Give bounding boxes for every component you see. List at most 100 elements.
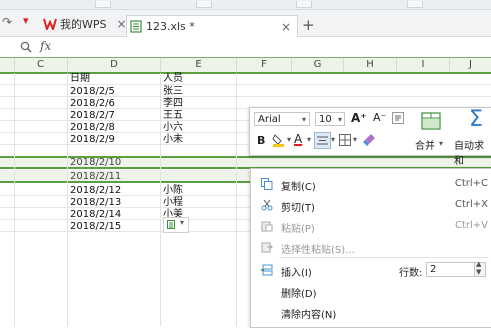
font-name-select[interactable]: Arial ▾ [254,112,310,126]
menu-item-label: 删除(D) [281,289,317,300]
align-center-icon [317,136,328,145]
tab-label: 我的WPS [60,18,107,31]
chevron-down-icon: ▾ [337,115,342,124]
menu-separator [279,257,489,258]
column-header: C D E F G H I J [0,57,491,74]
document-tab-bar: ↷ ▾ 我的WPS × 123.xls * × + [0,10,491,37]
zoom-icon[interactable] [20,41,32,53]
toolbar-grip [296,1,312,8]
toolbar-grip [407,1,423,8]
autosum-sigma-icon[interactable]: Σ [469,107,483,132]
chevron-down-icon[interactable]: ▼ [476,268,481,276]
redo-icon[interactable]: ↷ [2,15,12,29]
cell-date[interactable]: 2018/2/6 [70,98,115,110]
cell-name[interactable]: 李四 [163,98,183,110]
menu-item-shortcut: Ctrl+X [454,199,488,210]
column-header-d[interactable]: D [68,58,161,72]
bold-button[interactable]: B [257,134,265,147]
align-center-button[interactable] [314,132,331,149]
clear-format-icon[interactable] [362,133,376,147]
rows-count-stepper[interactable]: 2 ▲ ▼ [426,260,486,277]
cell-date[interactable]: 2018/2/5 [70,86,115,98]
font-name-value: Arial [258,114,281,125]
chevron-down-icon: ▾ [180,218,185,227]
paste-options-button[interactable]: ▾ [163,217,189,233]
menu-item-delete[interactable]: 删除(D) [251,281,491,301]
grid-line [236,73,237,326]
menu-item-paste[interactable]: 粘贴(P) Ctrl+V [251,216,491,236]
font-size-select[interactable]: 10 ▾ [315,112,345,126]
chevron-up-icon[interactable]: ▲ [476,260,481,268]
context-menu: 复制(C) Ctrl+C 剪切(T) Ctrl+X 粘贴(P) Ctrl+V 选… [250,168,491,328]
formula-input[interactable] [62,38,491,55]
cell-date[interactable]: 2018/2/13 [70,197,121,209]
merge-cells-icon[interactable] [421,112,441,130]
cell-date[interactable]: 2018/2/7 [70,110,115,122]
menu-item-paste-special[interactable]: 选择性粘贴(S)... [251,237,491,257]
column-header-i[interactable]: I [397,58,450,72]
borders-icon[interactable] [339,134,351,146]
paste-icon [261,221,273,232]
dropdown-pin-icon[interactable]: ▾ [23,14,29,27]
cell-name[interactable]: 小六 [163,122,183,134]
autosum-label[interactable]: 自动求和 [454,137,491,167]
formula-bar: fx [0,37,491,58]
tab-123-xls[interactable]: 123.xls * × [126,15,298,37]
column-header-h[interactable]: H [344,58,397,72]
cell-date[interactable]: 2018/2/9 [70,134,115,146]
format-painter-icon[interactable] [392,112,404,124]
wps-logo-icon [43,18,57,30]
fill-color-icon[interactable] [272,133,286,147]
grid-line [67,73,68,326]
menu-item-clear-contents[interactable]: 清除内容(N) [251,302,491,322]
cell-date[interactable]: 2018/2/8 [70,122,115,134]
column-header-f[interactable]: F [237,58,292,72]
chevron-down-icon: ▾ [301,115,306,124]
tab-my-wps[interactable]: 我的WPS × [43,14,127,34]
new-tab-icon[interactable]: + [302,16,315,34]
cell-name[interactable]: 张三 [163,86,183,98]
function-fx-icon[interactable]: fx [40,39,51,53]
cell-name[interactable]: 小未 [163,134,183,146]
toolbar-grip [196,1,212,8]
cell-date[interactable]: 2018/2/14 [70,209,121,221]
shrink-font-button[interactable]: A⁻ [373,111,386,124]
chevron-down-icon[interactable]: ▾ [331,135,335,144]
cell-date[interactable]: 2018/2/11 [70,171,121,183]
mini-format-toolbar: Arial ▾ 10 ▾ A⁺ A⁻ B ▾ A ▾ ▾ ▾ 合并 ▾ Σ 自动… [249,107,491,167]
cell-e-header[interactable]: 人员 [163,73,183,85]
menu-item-insert[interactable]: 插入(I) 行数: 2 ▲ ▼ [251,260,491,280]
column-header-j[interactable]: J [450,58,491,72]
cell-name[interactable]: 王五 [163,110,183,122]
title-strip [0,0,491,10]
cell-name[interactable]: 小陈 [163,185,183,197]
close-tab-icon[interactable]: × [281,20,291,34]
cell-d-header[interactable]: 日期 [70,73,90,85]
column-header-g[interactable]: G [292,58,344,72]
menu-item-cut[interactable]: 剪切(T) Ctrl+X [251,195,491,215]
menu-item-label: 复制(C) [281,182,316,193]
menu-item-shortcut: Ctrl+V [454,220,488,231]
menu-item-label: 剪切(T) [281,203,315,214]
cell-name[interactable]: 小程 [163,197,183,209]
font-color-button[interactable]: A [294,132,302,146]
grid-line [160,73,161,326]
chevron-down-icon[interactable]: ▾ [439,139,443,148]
paste-options-icon [167,220,175,229]
grow-font-button[interactable]: A⁺ [351,111,367,125]
chevron-down-icon[interactable]: ▾ [287,135,291,144]
chevron-down-icon[interactable]: ▾ [307,135,311,144]
stepper-arrows[interactable]: ▲ ▼ [474,260,485,276]
column-header-c[interactable]: C [14,58,68,72]
menu-item-shortcut: Ctrl+C [454,178,488,189]
menu-item-label: 选择性粘贴(S)... [281,245,355,256]
cell-date[interactable]: 2018/2/15 [70,221,121,233]
cell-date[interactable]: 2018/2/12 [70,185,121,197]
merge-label[interactable]: 合并 [415,137,435,152]
column-header-a-stub[interactable] [0,58,15,72]
cell-date[interactable]: 2018/2/10 [70,157,121,169]
chevron-down-icon[interactable]: ▾ [353,135,357,144]
grid-line [14,73,15,326]
column-header-e[interactable]: E [161,58,237,72]
menu-item-copy[interactable]: 复制(C) Ctrl+C [251,174,491,194]
